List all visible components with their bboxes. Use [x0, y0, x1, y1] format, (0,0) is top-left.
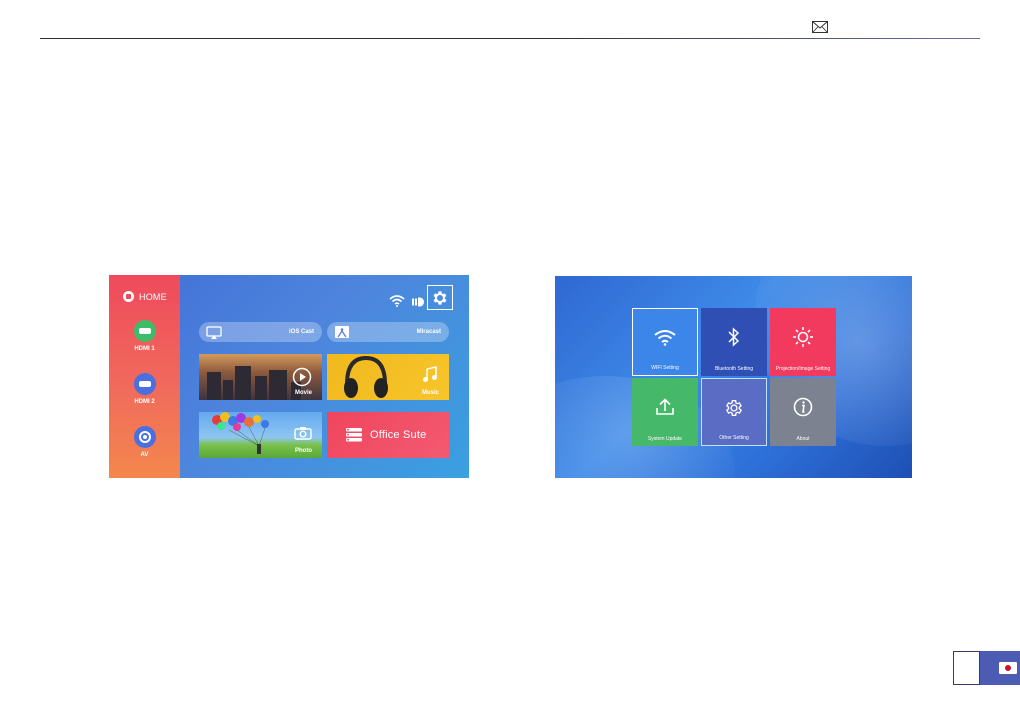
- about-label: About: [796, 436, 810, 442]
- source-label: AV: [140, 452, 149, 458]
- brightness-icon: [793, 327, 813, 347]
- hdmi-icon: [133, 320, 156, 342]
- av-icon: [133, 426, 156, 448]
- photo-label: Photo: [295, 448, 312, 454]
- wifi-icon: [654, 330, 676, 346]
- other-setting-tile[interactable]: Other Setting: [701, 378, 767, 446]
- system-update-tile[interactable]: System Update: [632, 378, 698, 446]
- source-av[interactable]: AV: [109, 426, 180, 458]
- headphones-image: [344, 355, 388, 398]
- music-note-icon: [423, 366, 437, 382]
- home-screen-screenshot: HOME HDMI 1 HDMI 2 AV iOS Cast Miracast …: [109, 275, 469, 478]
- bluetooth-setting-tile[interactable]: Bluetooth Setting: [701, 308, 767, 376]
- source-sidebar: HOME HDMI 1 HDMI 2 AV: [109, 275, 180, 478]
- miracast-button[interactable]: Miracast: [327, 322, 449, 342]
- source-hdmi2[interactable]: HDMI 2: [109, 373, 180, 405]
- office-label: Office Sute: [370, 429, 427, 441]
- home-icon: [123, 291, 134, 302]
- gear-icon: [725, 400, 743, 416]
- bluetooth-setting-label: Bluetooth Setting: [714, 366, 754, 372]
- info-icon: [793, 397, 813, 417]
- office-tile[interactable]: Office Sute: [327, 412, 449, 458]
- source-hdmi1[interactable]: HDMI 1: [109, 320, 180, 352]
- ios-cast-label: iOS Cast: [288, 329, 314, 335]
- manual-page: HOME HDMI 1 HDMI 2 AV iOS Cast Miracast …: [0, 0, 1020, 709]
- upload-icon: [656, 398, 674, 415]
- document-list-icon: [346, 428, 362, 442]
- camera-icon: [294, 427, 312, 440]
- source-label: HDMI 2: [134, 399, 155, 405]
- home-label: HOME: [139, 291, 167, 302]
- gear-icon: [433, 290, 447, 305]
- airplay-icon: [205, 325, 223, 339]
- miracast-label: Miracast: [416, 329, 441, 335]
- about-tile[interactable]: About: [770, 378, 836, 446]
- bluetooth-icon: [728, 327, 740, 347]
- ios-cast-button[interactable]: iOS Cast: [199, 322, 322, 342]
- header-rule: [40, 38, 980, 39]
- other-setting-label: Other Setting: [719, 435, 749, 441]
- movie-label: Movie: [294, 390, 312, 396]
- source-label: HDMI 1: [134, 346, 155, 352]
- settings-gear-button[interactable]: [427, 285, 453, 310]
- projection-setting-tile[interactable]: Projection/Image Setting: [770, 308, 836, 376]
- music-tile[interactable]: Music: [327, 354, 449, 400]
- play-icon: [292, 367, 312, 387]
- photo-tile[interactable]: Photo: [199, 412, 322, 458]
- hdmi-icon: [133, 373, 156, 395]
- miracast-icon: [333, 325, 351, 339]
- music-label: Music: [421, 390, 439, 396]
- wifi-setting-label: WIFI Setting: [651, 365, 679, 371]
- settings-screen-screenshot: WIFI Setting Bluetooth Setting Projectio…: [555, 276, 912, 478]
- envelope-icon[interactable]: [812, 21, 828, 33]
- home-menu-item[interactable]: HOME: [123, 291, 167, 302]
- movie-tile[interactable]: Movie: [199, 354, 322, 400]
- wifi-icon: [389, 295, 405, 307]
- wifi-setting-tile[interactable]: WIFI Setting: [632, 308, 698, 376]
- projection-setting-label: Projection/Image Setting: [775, 366, 831, 372]
- system-update-label: System Update: [647, 436, 683, 442]
- ir-icon: [412, 297, 424, 307]
- page-number-box: [953, 651, 980, 685]
- japan-flag-icon: [999, 662, 1017, 674]
